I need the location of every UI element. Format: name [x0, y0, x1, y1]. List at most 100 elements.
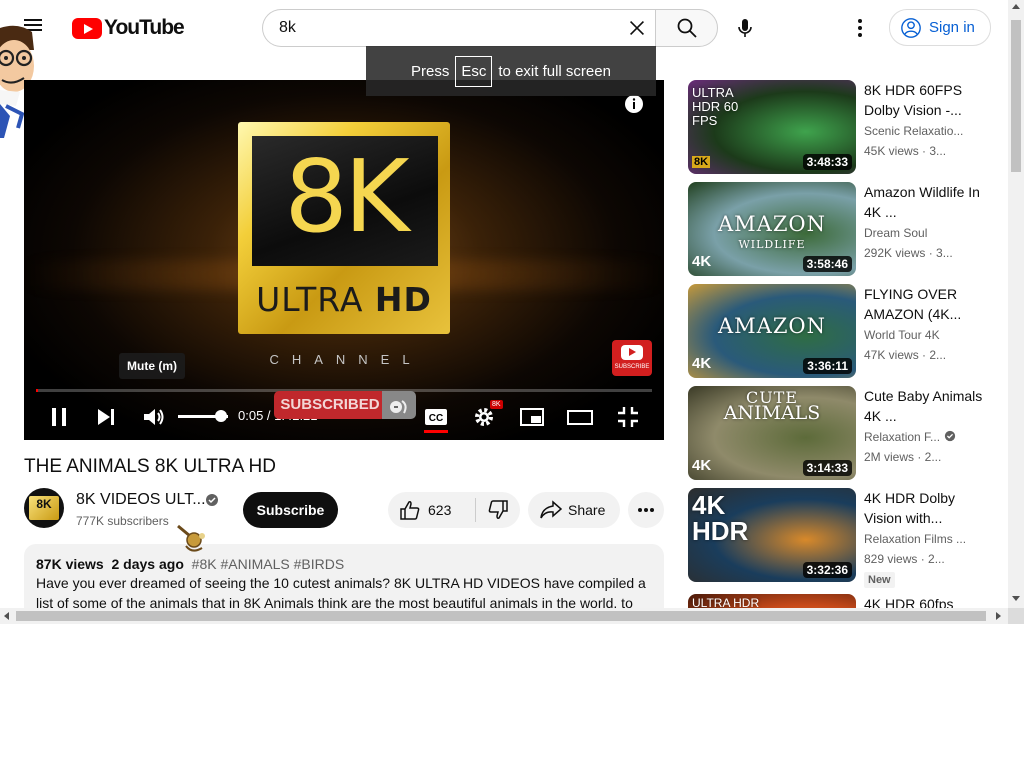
recommendation-channel-name: Relaxation F...	[864, 430, 941, 444]
miniplayer-icon[interactable]	[519, 404, 545, 430]
recommendation-channel[interactable]: Relaxation Films ...	[864, 532, 966, 546]
recommendation-views: 47K views · 2...	[864, 348, 947, 362]
volume-knob[interactable]	[214, 410, 227, 422]
channel-avatar[interactable]: 8K	[24, 488, 64, 528]
video-thumbnail[interactable]: CUTE ANIMALS 4K 3:14:33	[688, 386, 856, 480]
recommendation-card[interactable]: CUTE ANIMALS 4K 3:14:33 Cute Baby Animals 4K…	[688, 386, 988, 480]
recommendation-views: 45K views · 3...	[864, 144, 947, 158]
thumbnail-overlay-text: ULTRA HDR	[692, 596, 760, 608]
thumbs-down-icon	[488, 500, 508, 519]
recommendation-title[interactable]: FLYING OVER AMAZON (4K...	[864, 284, 984, 324]
subscriber-count: 777K subscribers	[76, 514, 169, 528]
video-title: THE ANIMALS 8K ULTRA HD	[24, 456, 276, 477]
more-horizontal-icon	[638, 508, 654, 512]
account-icon	[901, 17, 921, 38]
video-duration: 3:48:33	[802, 154, 852, 170]
recommendation-channel[interactable]: Scenic Relaxatio...	[864, 124, 963, 138]
badge-dark-panel: 8K	[252, 136, 438, 266]
scroll-up-arrow-icon[interactable]	[1012, 4, 1020, 9]
resolution-badge: 4K	[692, 253, 712, 270]
fullscreen-exit-icon[interactable]	[615, 404, 641, 430]
video-thumbnail[interactable]: ULTRA HDR 60 FPS 8K 3:48:33	[688, 80, 856, 174]
share-button[interactable]: Share	[528, 492, 620, 528]
scroll-down-arrow-icon[interactable]	[1012, 596, 1020, 601]
youtube-play-icon	[72, 17, 102, 39]
resolution-badge: 4K	[692, 457, 712, 474]
video-thumbnail[interactable]: AMAZON 4K 3:36:11	[688, 284, 856, 378]
recommendation-channel-name: Scenic Relaxatio...	[864, 124, 964, 138]
scroll-left-arrow-icon[interactable]	[4, 612, 9, 620]
channel-avatar-text: 8K	[29, 496, 59, 520]
recommendation-card[interactable]: ULTRA HDR 4K HDR 60fps	[688, 594, 988, 608]
recommendation-views: 292K views · 3...	[864, 246, 953, 260]
recommendation-card[interactable]: ULTRA HDR 60 FPS 8K 3:48:33 8K HDR 60FPS Do…	[688, 80, 988, 174]
channel-name[interactable]: 8K VIDEOS ULT...	[76, 491, 206, 509]
recommendation-channel[interactable]: World Tour 4K	[864, 328, 940, 342]
subscribed-animation: SUBSCRIBED	[274, 391, 416, 419]
volume-icon[interactable]	[140, 404, 166, 430]
channel-logo-8k: 8K ULTRA HD	[238, 122, 450, 334]
youtube-logo-text: YouTube	[104, 16, 185, 39]
horizontal-scrollbar[interactable]	[0, 608, 1008, 624]
captions-icon[interactable]: CC	[423, 404, 449, 430]
scroll-right-arrow-icon[interactable]	[996, 612, 1001, 620]
voice-search-mic-icon[interactable]	[729, 12, 761, 44]
subscribe-button[interactable]: Subscribe	[243, 492, 338, 528]
recommendation-title[interactable]: 8K HDR 60FPS Dolby Vision -...	[864, 80, 984, 120]
clear-search-icon[interactable]	[626, 17, 648, 39]
more-actions-button[interactable]	[628, 492, 664, 528]
upload-age: 2 days ago	[111, 556, 184, 572]
recommendation-channel-name: Relaxation Films ...	[864, 532, 967, 546]
dislike-button[interactable]	[478, 492, 520, 528]
next-icon[interactable]	[93, 404, 119, 430]
vertical-scrollbar[interactable]	[1008, 0, 1024, 608]
description-box[interactable]: 87K views 2 days ago #8K #ANIMALS #BIRDS…	[24, 544, 664, 608]
search-button[interactable]	[655, 9, 718, 47]
recommendation-card[interactable]: 4K HDR 3:32:36 4K HDR Dolby Vision with...…	[688, 488, 988, 588]
video-thumbnail[interactable]: ULTRA HDR	[688, 594, 856, 608]
vertical-scroll-thumb[interactable]	[1011, 20, 1021, 172]
fullscreen-exit-hint: Press Esc to exit full screen	[366, 46, 656, 96]
theater-mode-icon[interactable]	[567, 404, 593, 430]
thumbnail-overlay-subtext: WILDLIFE	[738, 238, 806, 251]
scrollbar-corner	[1008, 608, 1024, 624]
youtube-logo[interactable]: YouTube	[72, 16, 185, 40]
recommendation-channel-name: World Tour 4K	[864, 328, 940, 342]
thumbnail-overlay-text: AMAZON	[717, 212, 827, 236]
like-button[interactable]: 623	[388, 492, 470, 528]
settings-more-icon[interactable]	[850, 16, 870, 40]
captions-active-indicator	[424, 430, 448, 433]
recommendation-card[interactable]: AMAZON 4K 3:36:11 FLYING OVER AMAZON (4K...…	[688, 284, 988, 378]
svg-text:CC: CC	[429, 413, 443, 424]
watermark-play-icon	[621, 345, 643, 360]
recommendation-title[interactable]: 4K HDR Dolby Vision with...	[864, 488, 984, 528]
thumbnail-overlay-text: AMAZON	[717, 314, 827, 338]
sign-in-button[interactable]: Sign in	[889, 9, 991, 46]
thumbnail-overlay-text: ULTRA HDR 60 FPS	[692, 85, 739, 128]
hint-exit: to exit full screen	[498, 62, 611, 80]
horizontal-scroll-thumb[interactable]	[16, 611, 986, 621]
recommendation-channel-name: Dream Soul	[864, 226, 928, 240]
video-player[interactable]: 8K ULTRA HD CHANNEL SUBSCRIBE Mute (m) 0…	[24, 80, 664, 440]
video-thumbnail[interactable]: 4K HDR 3:32:36	[688, 488, 856, 582]
recommendation-title[interactable]: Cute Baby Animals 4K ...	[864, 386, 984, 426]
like-count: 623	[428, 502, 452, 518]
description-meta: 87K views 2 days ago #8K #ANIMALS #BIRDS	[36, 556, 652, 572]
hashtags[interactable]: #8K #ANIMALS #BIRDS	[192, 556, 345, 572]
search-icon	[677, 18, 697, 38]
share-label: Share	[568, 502, 606, 518]
recommendation-title[interactable]: 4K HDR 60fps	[864, 594, 984, 608]
info-icon[interactable]	[624, 94, 644, 114]
recommendation-card[interactable]: AMAZON WILDLIFE 4K 3:58:46 Amazon Wildlife I…	[688, 182, 988, 276]
thumbs-up-icon	[400, 501, 420, 520]
search-input[interactable]: 8k	[262, 9, 656, 47]
recommendation-channel[interactable]: Dream Soul	[864, 226, 927, 240]
resolution-badge: 4K	[692, 355, 712, 372]
recommendation-title[interactable]: Amazon Wildlife In 4K ...	[864, 182, 984, 222]
thumbnail-overlay-text: 4K HDR	[692, 490, 749, 546]
search-query-text: 8k	[279, 19, 296, 36]
recommendation-channel[interactable]: Relaxation F...	[864, 430, 956, 444]
video-thumbnail[interactable]: AMAZON WILDLIFE 4K 3:58:46	[688, 182, 856, 276]
subscribe-watermark[interactable]: SUBSCRIBE	[612, 340, 652, 376]
pause-icon[interactable]	[46, 404, 72, 430]
